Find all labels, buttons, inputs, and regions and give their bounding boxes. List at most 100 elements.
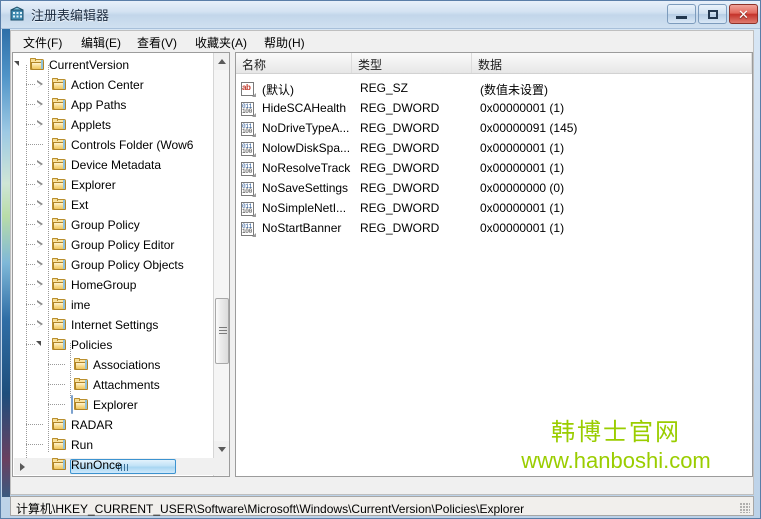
tree-item-run[interactable]: Run	[51, 435, 93, 455]
tree-connector-line	[26, 284, 36, 285]
tree-connector-line	[26, 104, 36, 105]
expander-collapsed-icon[interactable]	[36, 280, 45, 289]
expander-collapsed-icon[interactable]	[36, 260, 45, 269]
value-type: REG_DWORD	[360, 181, 440, 195]
value-row[interactable]: 011 100 NoDriveTypeA... REG_DWORD 0x00000091…	[236, 119, 752, 139]
expander-collapsed-icon[interactable]	[36, 160, 45, 169]
window-title: 注册表编辑器	[31, 8, 110, 23]
value-row[interactable]: 011 100 NoResolveTrack REG_DWORD 0x00000001 …	[236, 159, 752, 179]
tree-connector-line	[26, 184, 36, 185]
dword-value-icon: 011 100	[241, 222, 256, 237]
tree-scroll-right-button[interactable]	[14, 458, 30, 475]
tree-vertical-scrollbar-thumb[interactable]	[215, 298, 229, 364]
tree-connector-line	[48, 364, 66, 365]
expander-expanded-icon[interactable]	[36, 340, 45, 349]
tree-item-app-paths[interactable]: App Paths	[37, 95, 127, 115]
value-row[interactable]: 011 100 NoStartBanner REG_DWORD 0x00000001 (…	[236, 219, 752, 239]
expander-expanded-icon[interactable]	[14, 60, 23, 69]
tree-scroll-down-button[interactable]	[214, 441, 229, 458]
menu-item-3[interactable]: 收藏夹(A)	[195, 34, 247, 51]
minimize-button[interactable]	[667, 4, 696, 24]
value-row[interactable]: 011 100 HideSCAHealth REG_DWORD 0x00000001 (…	[236, 99, 752, 119]
expander-collapsed-icon[interactable]	[36, 100, 45, 109]
folder-icon	[51, 98, 67, 112]
tree-vertical-scrollbar[interactable]	[213, 53, 229, 476]
tree-item-controls-folder-wow6[interactable]: Controls Folder (Wow6	[51, 135, 193, 155]
column-header-0[interactable]: 名称	[236, 53, 352, 73]
folder-icon	[51, 278, 67, 292]
tree-item-internet-settings[interactable]: Internet Settings	[37, 315, 159, 335]
tree-item-ime[interactable]: ime	[37, 295, 91, 315]
tree-connector-line	[48, 404, 66, 405]
tree-item-explorer[interactable]: Explorer	[71, 395, 138, 415]
expander-collapsed-icon[interactable]	[36, 220, 45, 229]
folder-icon	[73, 378, 89, 392]
expander-collapsed-icon[interactable]	[36, 200, 45, 209]
resize-grip-icon[interactable]	[740, 503, 750, 513]
tree-item-label: ime	[71, 298, 91, 312]
tree-connector-line	[26, 324, 36, 325]
value-name: NoDriveTypeA...	[262, 121, 350, 135]
tree-item-radar[interactable]: RADAR	[51, 415, 113, 435]
column-header-2[interactable]: 数据	[472, 53, 752, 73]
close-button[interactable]: ✕	[729, 4, 758, 24]
folder-icon	[51, 418, 67, 432]
value-data: 0x00000091 (145)	[480, 121, 578, 135]
menu-item-4[interactable]: 帮助(H)	[264, 34, 305, 51]
tree-item-associations[interactable]: Associations	[73, 355, 160, 375]
tree-horizontal-scrollbar[interactable]	[14, 458, 229, 475]
tree-item-currentversion[interactable]: CurrentVersion	[29, 55, 129, 75]
value-data: 0x00000001 (1)	[480, 161, 565, 175]
tree-item-group-policy-objects[interactable]: Group Policy Objects	[37, 255, 184, 275]
maximize-button[interactable]	[698, 4, 727, 24]
tree-item-group-policy-editor[interactable]: Group Policy Editor	[37, 235, 174, 255]
expander-collapsed-icon[interactable]	[36, 240, 45, 249]
expander-collapsed-icon[interactable]	[36, 120, 45, 129]
tree-item-ext[interactable]: Ext	[37, 195, 89, 215]
tree-connector-line	[26, 84, 36, 85]
value-row[interactable]: 011 100 NolowDiskSpa... REG_DWORD 0x00000001…	[236, 139, 752, 159]
tree-item-device-metadata[interactable]: Device Metadata	[37, 155, 161, 175]
folder-icon	[51, 258, 67, 272]
tree-item-action-center[interactable]: Action Center	[37, 75, 144, 95]
folder-icon	[51, 458, 67, 472]
tree-item-label: Ext	[71, 198, 89, 212]
menu-item-2[interactable]: 查看(V)	[137, 34, 177, 51]
tree-connector-line	[48, 65, 49, 453]
value-type: REG_DWORD	[360, 141, 440, 155]
value-row[interactable]: 011 100 NoSimpleNetI... REG_DWORD 0x00000001…	[236, 199, 752, 219]
value-type: REG_DWORD	[360, 161, 440, 175]
column-header-1[interactable]: 类型	[352, 53, 472, 73]
registry-values-pane[interactable]: 名称 类型 数据 ab (默认) REG_SZ (数值未设置) 011 100 HideSCAH…	[235, 52, 753, 477]
tree-item-label: Applets	[71, 118, 112, 132]
tree-item-group-policy[interactable]: Group Policy	[37, 215, 140, 235]
value-row[interactable]: ab (默认) REG_SZ (数值未设置)	[236, 79, 752, 99]
folder-icon	[51, 198, 67, 212]
tree-connector-line	[26, 144, 44, 145]
tree-item-label: Internet Settings	[71, 318, 159, 332]
title-bar[interactable]: 注册表编辑器 ✕	[1, 1, 760, 29]
value-row[interactable]: 011 100 NoSaveSettings REG_DWORD 0x00000000 …	[236, 179, 752, 199]
expander-collapsed-icon[interactable]	[36, 320, 45, 329]
tree-item-homegroup[interactable]: HomeGroup	[37, 275, 136, 295]
tree-item-label: Group Policy	[71, 218, 140, 232]
value-type: REG_SZ	[360, 81, 409, 95]
folder-icon	[73, 398, 89, 412]
tree-item-label: App Paths	[71, 98, 127, 112]
expander-collapsed-icon[interactable]	[36, 80, 45, 89]
window-left-edge-stripe	[2, 29, 10, 497]
tree-scroll-up-button[interactable]	[214, 53, 229, 70]
expander-collapsed-icon[interactable]	[36, 300, 45, 309]
chevron-down-icon	[218, 447, 226, 452]
menu-item-0[interactable]: 文件(F)	[23, 34, 62, 51]
tree-item-policies[interactable]: Policies	[51, 335, 112, 355]
tree-item-label: Controls Folder (Wow6	[71, 138, 194, 152]
tree-item-explorer[interactable]: Explorer	[37, 175, 116, 195]
tree-item-label: Group Policy Objects	[71, 258, 184, 272]
tree-item-attachments[interactable]: Attachments	[73, 375, 160, 395]
registry-tree-pane[interactable]: CurrentVersion Action Center App Paths Appl…	[12, 52, 230, 477]
expander-collapsed-icon[interactable]	[36, 180, 45, 189]
tree-item-applets[interactable]: Applets	[37, 115, 112, 135]
menu-item-1[interactable]: 编辑(E)	[81, 34, 121, 51]
values-column-header: 名称 类型 数据	[236, 53, 752, 74]
